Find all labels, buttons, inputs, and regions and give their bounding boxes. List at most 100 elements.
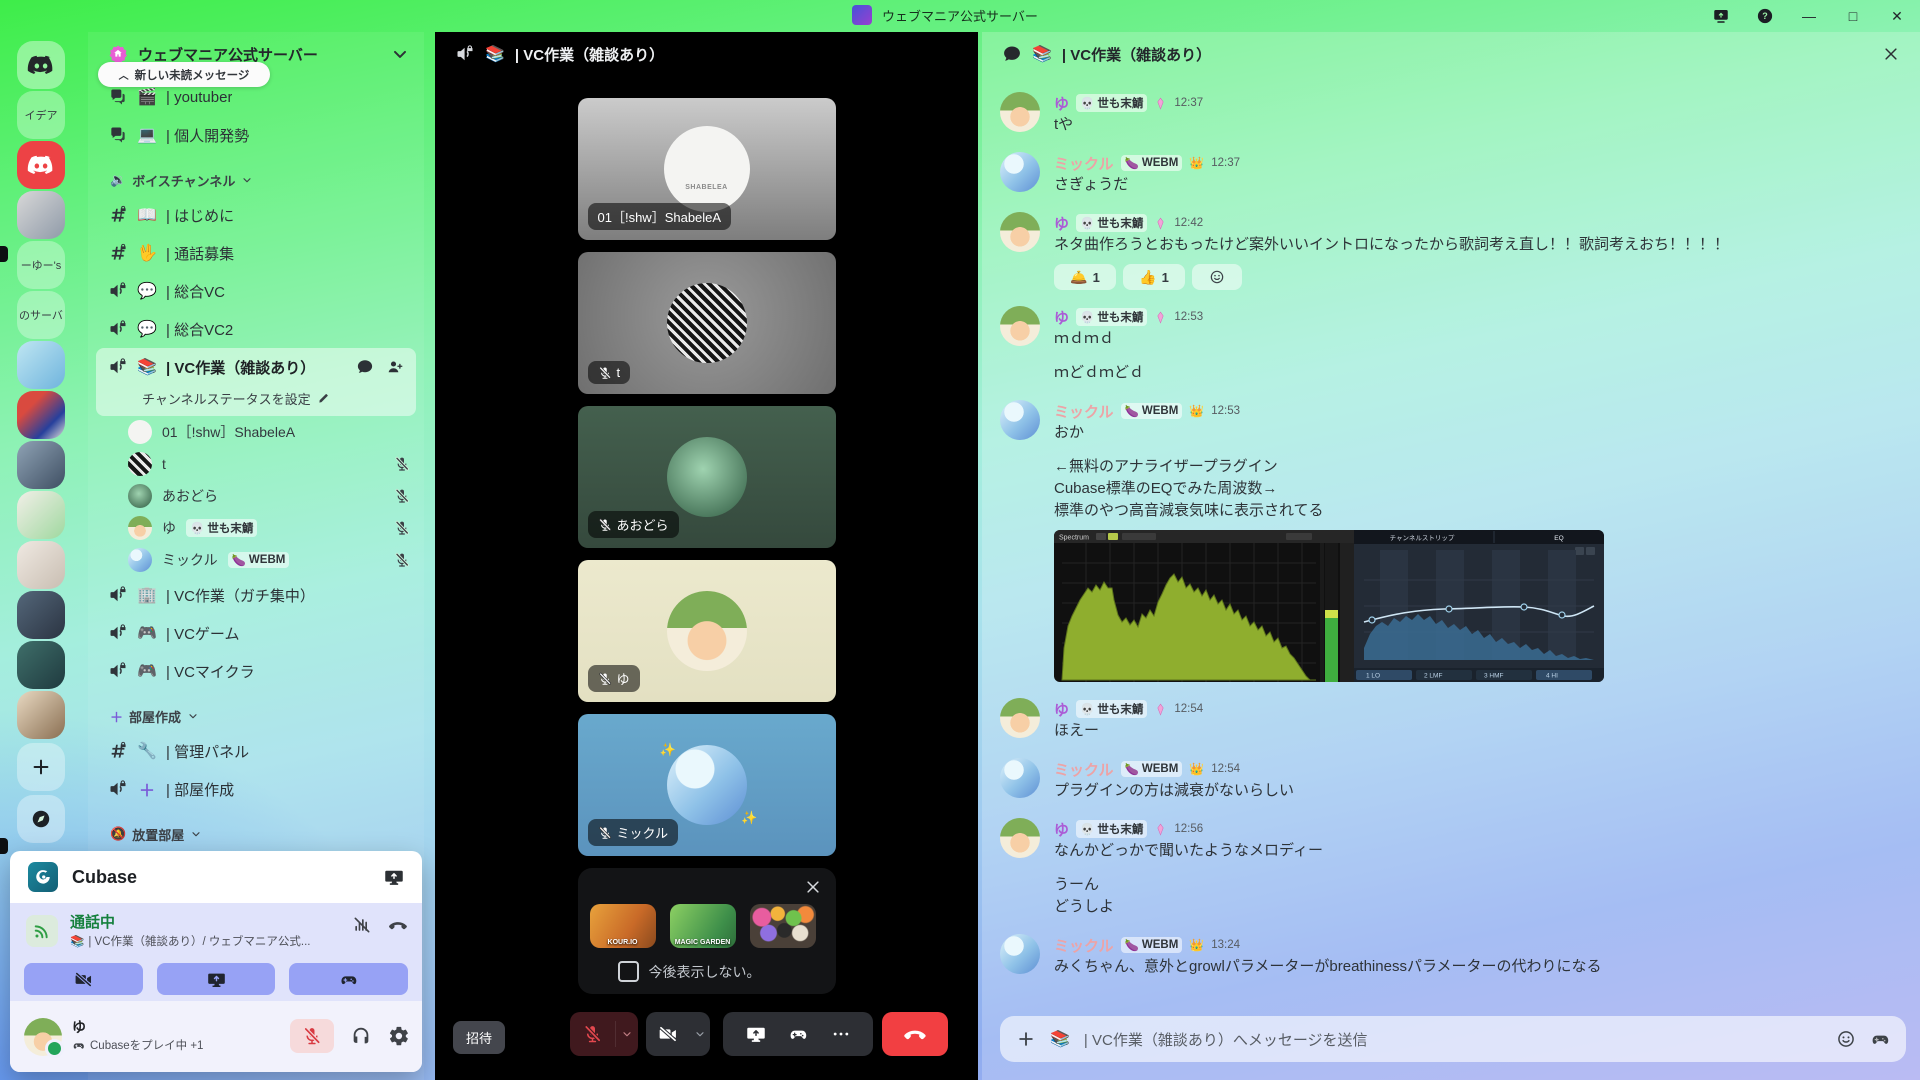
hangup-icon[interactable] bbox=[388, 915, 408, 935]
server-avatar-1[interactable] bbox=[17, 191, 65, 239]
reaction-pill[interactable]: 👍1 bbox=[1123, 264, 1185, 290]
server-avatar-6[interactable] bbox=[17, 541, 65, 589]
avatar[interactable] bbox=[1000, 212, 1040, 252]
category-ボイスチャンネル[interactable]: 🔉ボイスチャンネル bbox=[88, 164, 424, 196]
activities-icon[interactable] bbox=[788, 1024, 808, 1044]
avatar[interactable] bbox=[1000, 758, 1040, 798]
deafen-button[interactable] bbox=[350, 1025, 372, 1047]
emoji-picker-icon[interactable] bbox=[1836, 1029, 1856, 1049]
voice-meter-icon[interactable] bbox=[352, 915, 372, 935]
attach-plus-icon[interactable] bbox=[1016, 1029, 1036, 1049]
close-chat-icon[interactable] bbox=[1882, 45, 1900, 63]
author-name[interactable]: ゆ bbox=[1054, 93, 1069, 114]
server-nosaba[interactable]: のサーバ bbox=[17, 291, 65, 339]
new-unread-messages-pill[interactable]: ︿ 新しい未読メッセージ bbox=[98, 62, 270, 87]
avatar[interactable] bbox=[1000, 818, 1040, 858]
voice-participant-row[interactable]: ゆ💀世も末鯖 bbox=[88, 512, 424, 544]
author-name[interactable]: ミックル bbox=[1054, 401, 1114, 422]
help-icon[interactable]: ? bbox=[1750, 3, 1780, 29]
close-button[interactable]: ✕ bbox=[1882, 3, 1912, 29]
server-avatar-3[interactable] bbox=[17, 391, 65, 439]
avatar[interactable] bbox=[1000, 152, 1040, 192]
camera-button[interactable] bbox=[24, 963, 143, 995]
server-avatar-4[interactable] bbox=[17, 441, 65, 489]
server-avatar-2[interactable] bbox=[17, 341, 65, 389]
discord-home[interactable] bbox=[17, 41, 65, 89]
voice-tile[interactable]: あおどら bbox=[578, 406, 836, 548]
channel-row[interactable]: 🎮| VCマイクラ bbox=[88, 652, 424, 690]
author-name[interactable]: ミックル bbox=[1054, 759, 1114, 780]
more-options-icon[interactable] bbox=[831, 1024, 851, 1044]
game-thumbnail-magic-garden[interactable]: MAGIC GARDEN bbox=[670, 904, 736, 948]
message-text: さぎょうだ bbox=[1054, 174, 1902, 196]
reaction-pill[interactable]: 🛎️1 bbox=[1054, 264, 1116, 290]
server-avatar-5[interactable] bbox=[17, 491, 65, 539]
activities-button[interactable] bbox=[289, 963, 408, 995]
voice-participant-row[interactable]: あおどら bbox=[88, 480, 424, 512]
server-yuyus[interactable]: ーゆー's bbox=[17, 241, 65, 289]
voice-participant-row[interactable]: ミックル🍆WEBM bbox=[88, 544, 424, 576]
screenshare-window-icon[interactable] bbox=[1706, 3, 1736, 29]
server-avatar-7[interactable] bbox=[17, 591, 65, 639]
close-icon[interactable] bbox=[804, 878, 822, 896]
self-mute-button[interactable] bbox=[290, 1019, 334, 1053]
server-avatar-8[interactable] bbox=[17, 641, 65, 689]
category-部屋作成[interactable]: ＋部屋作成 bbox=[88, 700, 424, 732]
open-chat-icon[interactable] bbox=[356, 358, 374, 376]
voice-tile[interactable]: ✨✨ミックル bbox=[578, 714, 836, 856]
author-name[interactable]: ゆ bbox=[1054, 307, 1069, 328]
server-idea[interactable]: イデア bbox=[17, 91, 65, 139]
avatar[interactable] bbox=[1000, 934, 1040, 974]
author-name[interactable]: ゆ bbox=[1054, 213, 1069, 234]
author-name[interactable]: ミックル bbox=[1054, 153, 1114, 174]
author-name[interactable]: ゆ bbox=[1054, 699, 1069, 720]
voice-tile[interactable]: ゆ bbox=[578, 560, 836, 702]
mic-mute-button[interactable] bbox=[570, 1012, 638, 1056]
channel-row[interactable]: 🎮| VCゲーム bbox=[88, 614, 424, 652]
explore-button[interactable] bbox=[17, 795, 65, 843]
call-channel-path[interactable]: 📚 | VC作業（雑談あり）/ ウェブマニア公式... bbox=[70, 933, 320, 949]
avatar[interactable] bbox=[1000, 306, 1040, 346]
channel-status-setter[interactable]: チャンネルステータスを設定 bbox=[96, 386, 416, 416]
add-reaction-button[interactable] bbox=[1192, 264, 1242, 290]
minimize-button[interactable]: — bbox=[1794, 3, 1824, 29]
avatar[interactable] bbox=[1000, 698, 1040, 738]
author-name[interactable]: ミックル bbox=[1054, 935, 1114, 956]
avatar[interactable] bbox=[1000, 92, 1040, 132]
message-input[interactable]: 📚 | VC作業（雑談あり）へメッセージを送信 bbox=[1000, 1016, 1906, 1062]
camera-button[interactable] bbox=[646, 1012, 710, 1056]
dont-show-again-checkbox[interactable]: 今後表示しない。 bbox=[618, 961, 761, 982]
server-avatar-9[interactable] bbox=[17, 691, 65, 739]
author-name[interactable]: ゆ bbox=[1054, 819, 1069, 840]
avatar[interactable] bbox=[1000, 400, 1040, 440]
screenshare-icon[interactable] bbox=[746, 1024, 766, 1044]
channel-row[interactable]: 💻| 個人開発勢 bbox=[88, 116, 424, 154]
invite-members-icon[interactable] bbox=[386, 358, 404, 376]
gif-activities-icon[interactable] bbox=[1870, 1029, 1890, 1049]
voice-participant-row[interactable]: t bbox=[88, 448, 424, 480]
voice-tile[interactable]: SHABELEA01［!shw］ShabeleA bbox=[578, 98, 836, 240]
channel-row[interactable]: ＋| 部屋作成 bbox=[88, 770, 424, 808]
avatar[interactable] bbox=[24, 1018, 62, 1056]
invite-button[interactable]: 招待 bbox=[453, 1021, 505, 1054]
channel-row[interactable]: 💬| 総合VC bbox=[88, 272, 424, 310]
voice-tile[interactable]: t bbox=[578, 252, 836, 394]
channel-row[interactable]: 💬| 総合VC2 bbox=[88, 310, 424, 348]
channel-row[interactable]: 🔧| 管理パネル bbox=[88, 732, 424, 770]
attachment-image[interactable]: Spectrum チャンネルストリップ bbox=[1054, 530, 1604, 682]
maximize-button[interactable]: □ bbox=[1838, 3, 1868, 29]
game-thumbnail-kour-io[interactable]: KOUR.IO bbox=[590, 904, 656, 948]
game-thumbnail-dots-game[interactable] bbox=[750, 904, 816, 948]
disconnect-button[interactable] bbox=[882, 1012, 948, 1056]
channel-row[interactable]: 🖖| 通話募集 bbox=[88, 234, 424, 272]
voice-participant-row[interactable]: 01［!shw］ShabeleA bbox=[88, 416, 424, 448]
category-放置部屋[interactable]: 🔕放置部屋 bbox=[88, 818, 424, 850]
channel-row[interactable]: 📖| はじめに bbox=[88, 196, 424, 234]
settings-gear-icon[interactable] bbox=[388, 1025, 410, 1047]
server-red-discord[interactable] bbox=[17, 141, 65, 189]
channel-row[interactable]: 📚| VC作業（雑談あり） bbox=[96, 348, 416, 386]
add-server-button[interactable] bbox=[17, 743, 65, 791]
screenshare-button[interactable] bbox=[157, 963, 276, 995]
channel-row[interactable]: 🏢| VC作業（ガチ集中） bbox=[88, 576, 424, 614]
stream-app-icon[interactable] bbox=[384, 867, 404, 887]
